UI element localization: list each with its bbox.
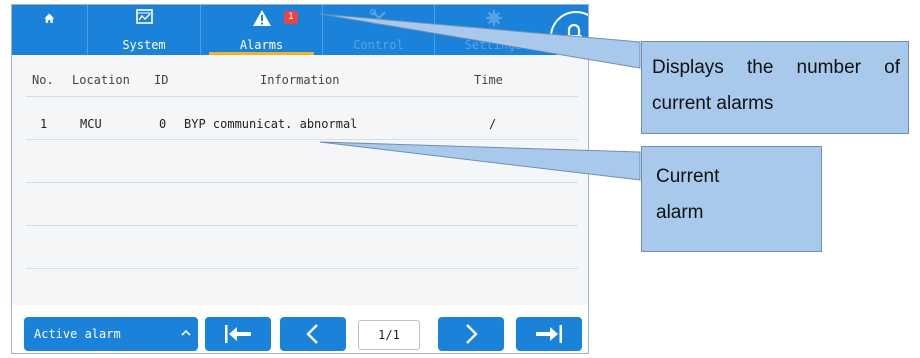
alarm-count-pointer [319,13,641,69]
callout-alarm-count-text: Displays the number of current alarms [652,57,900,114]
callout-alarm-count: Displays the number of current alarms [641,41,909,134]
callout-current-alarm: Current alarm [641,146,822,252]
current-alarm-pointer [319,141,641,181]
callout-current-alarm-text: Current alarm [656,166,720,223]
